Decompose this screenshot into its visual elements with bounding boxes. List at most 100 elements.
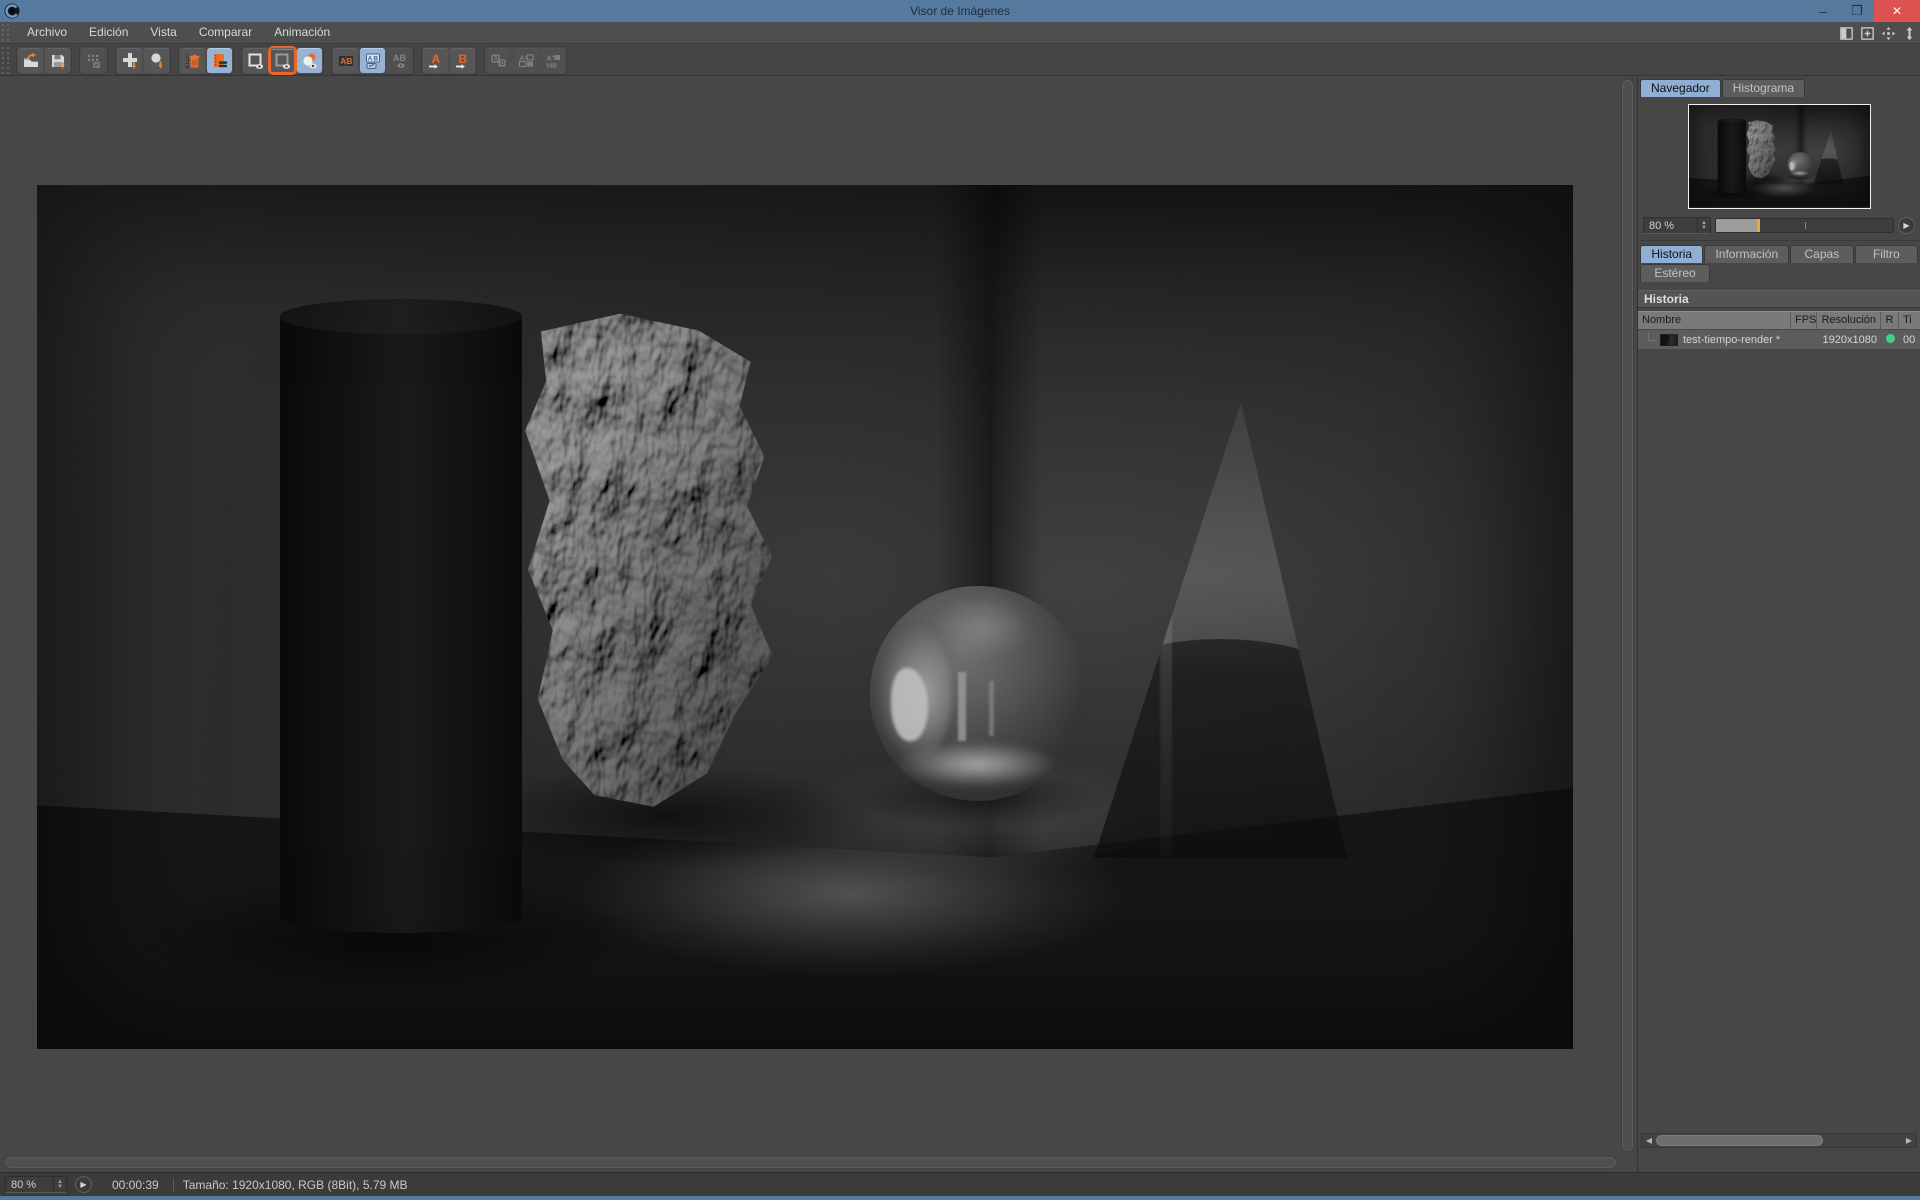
play-arrow-icon: ▶ [80,1180,86,1189]
statusbar-zoom-stepper[interactable]: ▲▼ [53,1177,66,1192]
show-ab-blend-button[interactable] [297,48,322,73]
statusbar: 80 % ▲▼ ▶ 00:00:39 Tamaño: 1920x1080, RG… [0,1172,1920,1196]
open-image-button[interactable] [18,48,43,73]
delete-history-button[interactable] [180,48,205,73]
menu-animacion[interactable]: Animación [263,22,341,43]
col-r[interactable]: R [1881,312,1899,329]
viewport-horizontal-scrollbar[interactable] [4,1156,1617,1169]
set-image-a-button[interactable]: A [423,48,448,73]
statusbar-render-time: 00:00:39 [112,1178,159,1192]
tab-histograma[interactable]: Histograma [1722,79,1805,97]
history-section: Historia Información Capas Filtro Estére… [1638,241,1920,349]
render-viewport[interactable] [37,185,1573,1049]
svg-text:AB: AB [393,53,406,63]
move-panel-icon[interactable] [1879,24,1897,42]
menu-comparar[interactable]: Comparar [188,22,263,43]
tab-informacion[interactable]: Información [1704,245,1789,263]
set-image-b-button[interactable]: B [450,48,475,73]
svg-text:B: B [458,52,467,66]
toolbar-group-channels [79,46,108,75]
show-ab-blend-icon [301,52,319,70]
ab-compare-small-icon: A B [337,52,355,70]
statusbar-zoom-spinner[interactable]: 80 % ▲▼ [5,1176,67,1193]
col-resolucion[interactable]: Resolución [1817,312,1881,329]
navigator-play-button[interactable]: ▶ [1898,217,1915,234]
split-columns-icon[interactable] [1837,24,1855,42]
tab-estereo[interactable]: Estéreo [1640,264,1710,282]
ab-align-button[interactable]: A= [513,48,538,73]
svg-text:A: A [431,52,440,66]
panel-scroll-track[interactable] [1656,1134,1902,1147]
toolbar-group-show [241,46,324,75]
tree-branch-icon [1648,332,1657,341]
status-green-dot [1886,334,1895,343]
ab-compare-split-icon: A B [364,52,382,70]
ab-compare-split-button[interactable]: A B [360,48,385,73]
scroll-left-arrow-icon[interactable]: ◀ [1642,1136,1656,1145]
tab-navegador[interactable]: Navegador [1640,79,1721,97]
show-image-a-button[interactable] [243,48,268,73]
channel-grid-button[interactable] [81,48,106,73]
navigator-zoom-spinner[interactable]: 80 % ▲▼ [1643,217,1711,234]
right-panel: Navegador Histograma [1637,77,1920,1172]
history-row[interactable]: test-tiempo-render * 1920x1080 00 [1638,330,1920,349]
channel-grid-icon [85,52,103,70]
show-image-a-icon [247,52,265,70]
menubar-grip[interactable] [0,22,12,43]
add-panel-icon[interactable] [1858,24,1876,42]
original-size-icon [148,52,166,70]
col-fps[interactable]: FPS [1791,312,1817,329]
menu-archivo[interactable]: Archivo [16,22,78,43]
navigator-zoom-stepper[interactable]: ▲▼ [1697,218,1710,233]
ab-compare-eye-button[interactable]: AB [387,48,412,73]
svg-text:A?: A? [546,55,555,62]
col-tiempo[interactable]: Ti [1899,312,1920,329]
toolbar-group-abmodes: A D A= A? f4B [484,46,567,75]
statusbar-play-button[interactable]: ▶ [75,1176,92,1193]
play-arrow-icon: ▶ [1903,221,1909,230]
restore-button[interactable]: ❐ [1840,0,1874,22]
viewport-horizontal-scroll-thumb[interactable] [5,1157,1616,1168]
original-size-button[interactable] [144,48,169,73]
tab-historia[interactable]: Historia [1640,245,1703,263]
tab-capas[interactable]: Capas [1790,245,1853,263]
navigator-zoom-slider-thumb[interactable] [1757,219,1760,232]
menu-vista[interactable]: Vista [139,22,187,43]
history-header: Historia [1638,290,1920,308]
viewport-vertical-scroll-thumb[interactable] [1622,80,1633,1151]
tab-filtro[interactable]: Filtro [1855,245,1918,263]
navigator-preview[interactable] [1688,104,1871,209]
navigator-zoom-slider[interactable] [1715,218,1894,233]
render-scene [37,185,1573,1049]
save-image-button[interactable]: ? [45,48,70,73]
history-row-name: test-tiempo-render * [1683,334,1780,346]
scroll-right-arrow-icon[interactable]: ▶ [1902,1136,1916,1145]
ab-compare-small-button[interactable]: A B [333,48,358,73]
toolbar-grip[interactable] [0,45,12,75]
minimize-button[interactable]: – [1806,0,1840,22]
window-bottom-edge [0,1196,1920,1200]
ab-options-icon: A? f4B [544,52,562,70]
ab-swap-button[interactable]: A D [486,48,511,73]
svg-text:B: B [373,55,378,62]
col-nombre[interactable]: Nombre [1638,312,1791,329]
menu-edicion[interactable]: Edición [78,22,139,43]
set-image-b-icon: B [454,52,472,70]
statusbar-separator [173,1178,174,1192]
ab-options-button[interactable]: A? f4B [540,48,565,73]
fit-to-view-button[interactable] [117,48,142,73]
history-stack-button[interactable] [207,48,232,73]
titlebar[interactable]: Visor de Imágenes – ❐ ✕ [0,0,1920,22]
open-image-icon [22,52,40,70]
svg-text:B: B [346,57,352,66]
svg-text:A: A [493,56,498,62]
viewport-vertical-scrollbar[interactable] [1621,79,1634,1152]
stepper-down-icon: ▼ [1701,226,1707,231]
panel-scroll-thumb[interactable] [1656,1135,1823,1146]
resize-vertical-icon[interactable] [1900,24,1918,42]
show-image-b-button[interactable] [270,48,295,73]
navigator-zoom-value: 80 % [1644,220,1697,232]
panel-horizontal-scrollbar[interactable]: ◀ ▶ [1641,1133,1917,1148]
toolbar-group-history [178,46,234,75]
close-button[interactable]: ✕ [1874,0,1920,22]
